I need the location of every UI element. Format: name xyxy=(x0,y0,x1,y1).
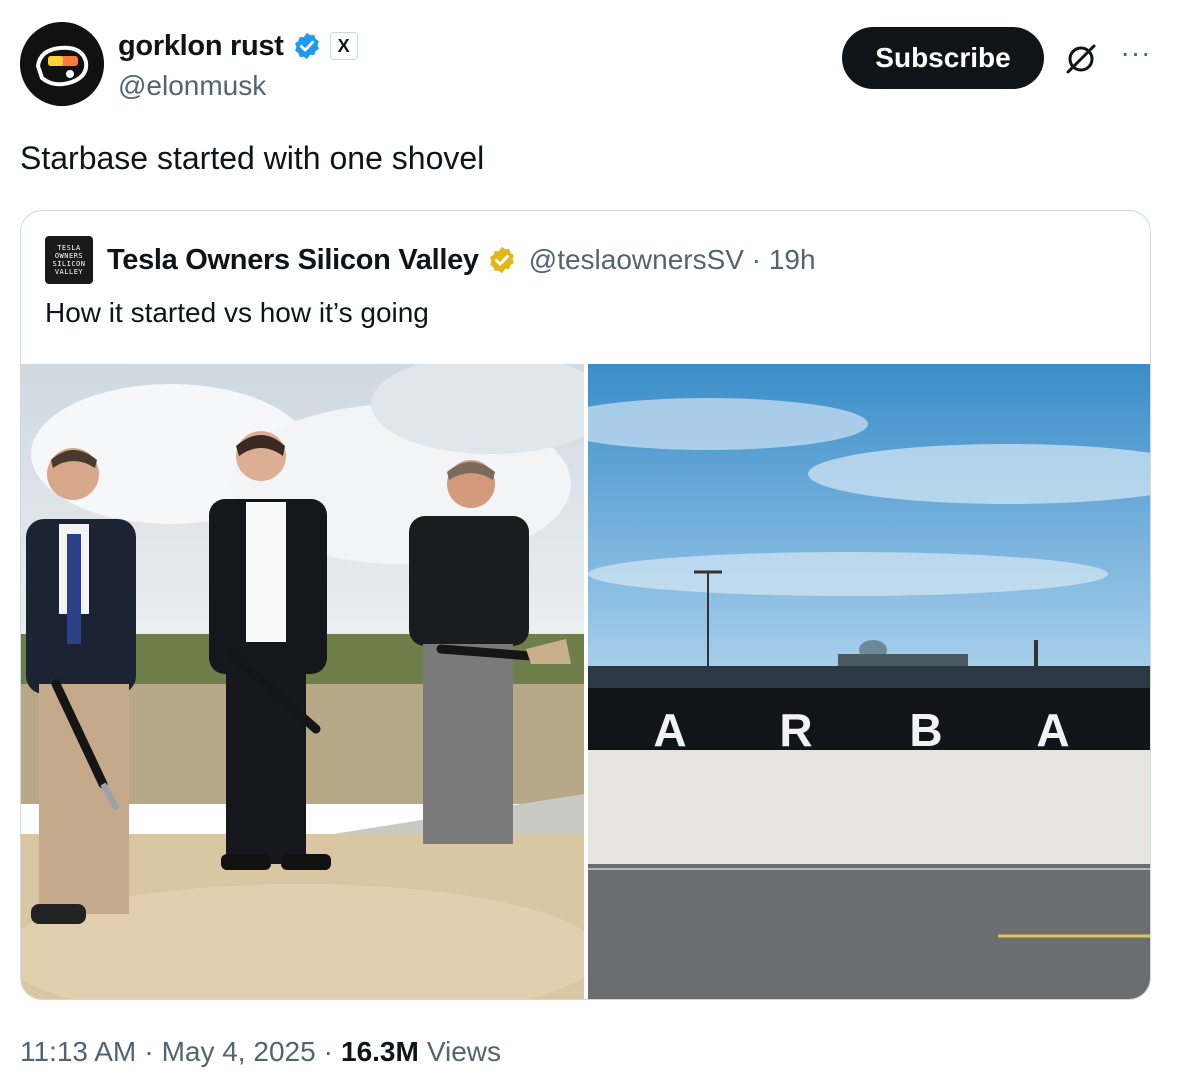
sign-letter: R xyxy=(779,704,812,756)
quoted-author-display-name[interactable]: Tesla Owners Silicon Valley xyxy=(107,244,479,277)
post-time[interactable]: 11:13 AM xyxy=(20,1036,136,1068)
quoted-author-avatar[interactable]: TESLA OWNERS SILICON VALLEY xyxy=(45,236,93,284)
grok-icon[interactable] xyxy=(1064,42,1098,76)
views-label: Views xyxy=(426,1036,502,1067)
tweet-footer: 11:13 AM · May 4, 2025 · 16.3M Views xyxy=(20,1036,501,1068)
quoted-handle-and-time[interactable]: @teslaownersSV · 19h xyxy=(529,244,816,276)
tweet-header: gorklon rust X @elonmusk Subscribe ··· xyxy=(20,22,1164,112)
quoted-avatar-line: TESLA xyxy=(57,244,81,252)
starbase-photo[interactable]: A R B A xyxy=(588,364,1150,999)
sign-letter: A xyxy=(1036,704,1069,756)
author-avatar[interactable] xyxy=(20,22,104,106)
quoted-avatar-line: VALLEY xyxy=(54,268,84,276)
author-handle[interactable]: @elonmusk xyxy=(118,70,358,102)
sign-letter: A xyxy=(653,704,686,756)
author-display-name[interactable]: gorklon rust xyxy=(118,30,284,63)
separator-dot: · xyxy=(323,1036,333,1067)
more-options-icon[interactable]: ··· xyxy=(1116,38,1156,68)
groundbreaking-photo[interactable] xyxy=(21,364,584,999)
post-date[interactable]: May 4, 2025 xyxy=(162,1036,316,1068)
views-count[interactable]: 16.3M xyxy=(341,1036,419,1068)
verified-badge-icon[interactable] xyxy=(292,31,322,61)
gold-verified-badge-icon[interactable] xyxy=(487,245,517,275)
quoted-avatar-line: SILICON xyxy=(52,260,86,268)
avatar-graphic-icon xyxy=(20,22,104,106)
quoted-tweet-text: How it started vs how it’s going xyxy=(45,297,429,328)
quoted-avatar-line: OWNERS xyxy=(54,252,84,260)
tweet-text: Starbase started with one shovel xyxy=(20,140,485,176)
subscribe-button[interactable]: Subscribe xyxy=(842,27,1044,89)
x-affiliate-badge-icon[interactable]: X xyxy=(329,32,358,60)
quoted-tweet-card[interactable]: TESLA OWNERS SILICON VALLEY Tesla Owners… xyxy=(20,210,1151,1000)
sign-letter: B xyxy=(909,704,942,756)
separator-dot: · xyxy=(144,1036,154,1067)
